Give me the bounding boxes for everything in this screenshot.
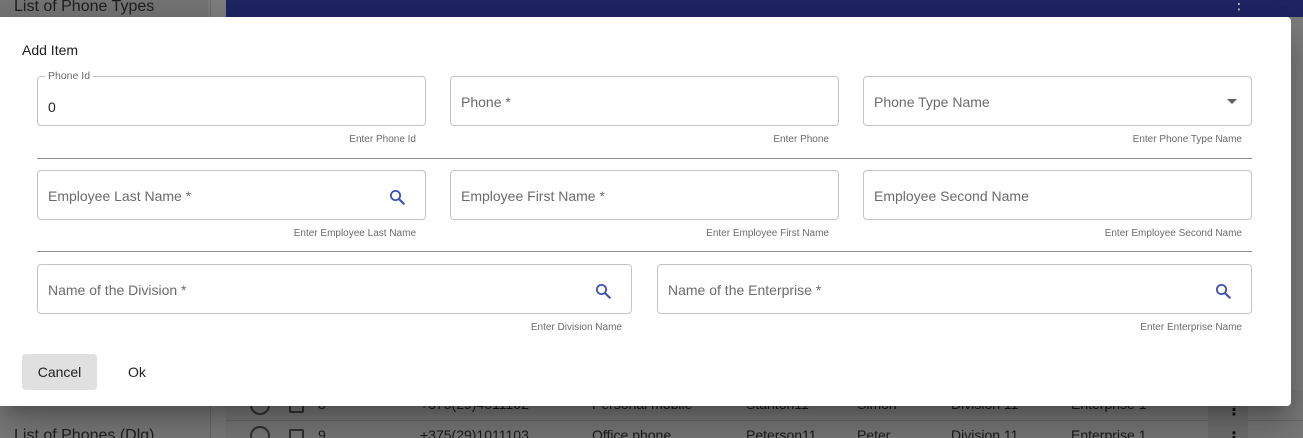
cell-division: Division 11 [951,427,1019,438]
employee-first-name-field[interactable]: Employee First Name * [450,170,839,220]
table-row[interactable]: 9 +375(29)1011103 Office phone Peterson1… [226,421,1303,438]
search-icon[interactable] [594,282,612,300]
more-vert-icon[interactable]: ⋮ [1226,428,1242,438]
phone-field[interactable]: Phone * [450,76,839,126]
employee-second-name-label: Employee Second Name [874,188,1029,204]
divider [37,251,1252,252]
employee-first-name-hint: Enter Employee First Name [706,228,829,239]
enterprise-name-field[interactable]: Name of the Enterprise * [657,264,1252,314]
phone-type-name-hint: Enter Phone Type Name [1132,134,1242,145]
row-radio[interactable] [250,426,270,438]
sidebar-item-phones-dlg[interactable]: List of Phones (Dlg) [14,427,155,438]
search-icon[interactable] [388,188,406,206]
employee-last-name-field[interactable]: Employee Last Name * [37,170,426,220]
add-item-dialog: Add Item Phone Id Enter Phone Id Phone *… [0,17,1291,406]
cell-num: 9 [318,427,326,438]
cell-phone: +375(29)1011103 [420,427,529,438]
phone-hint: Enter Phone [773,134,829,145]
employee-last-name-hint: Enter Employee Last Name [293,228,416,239]
search-icon[interactable] [1214,282,1232,300]
phone-id-label: Phone Id [45,70,94,82]
phone-id-hint: Enter Phone Id [349,134,416,145]
cell-type: Office phone [592,427,672,438]
arrow-drop-down-icon[interactable] [1227,99,1237,104]
sidebar-item-phone-types[interactable]: List of Phone Types [14,0,154,16]
employee-second-name-hint: Enter Employee Second Name [1104,228,1242,239]
cell-last-name: Peterson11 [746,427,817,438]
phone-label: Phone * [461,94,511,110]
employee-last-name-label: Employee Last Name * [48,188,192,204]
cell-first-name: Peter [857,427,891,438]
cancel-button[interactable]: Cancel [22,354,97,390]
phone-type-name-select[interactable]: Phone Type Name [863,76,1252,126]
enterprise-name-hint: Enter Enterprise Name [1140,322,1242,333]
row-checkbox[interactable] [289,429,304,438]
enterprise-name-label: Name of the Enterprise * [668,282,822,298]
phone-id-field[interactable]: Phone Id [37,70,426,126]
phone-id-input[interactable] [48,99,348,115]
division-name-hint: Enter Division Name [530,322,622,333]
employee-first-name-label: Employee First Name * [461,188,605,204]
employee-second-name-field[interactable]: Employee Second Name [863,170,1252,220]
divider [37,158,1252,159]
dialog-title: Add Item [22,42,79,58]
phone-type-name-label: Phone Type Name [874,94,990,110]
app-bar: ⋮ [226,0,1303,17]
division-name-field[interactable]: Name of the Division * [37,264,632,314]
division-name-label: Name of the Division * [48,282,187,298]
ok-button[interactable]: Ok [115,354,159,390]
cell-enterprise: Enterprise 1 [1071,427,1147,438]
more-vert-icon[interactable]: ⋮ [1231,0,1247,14]
